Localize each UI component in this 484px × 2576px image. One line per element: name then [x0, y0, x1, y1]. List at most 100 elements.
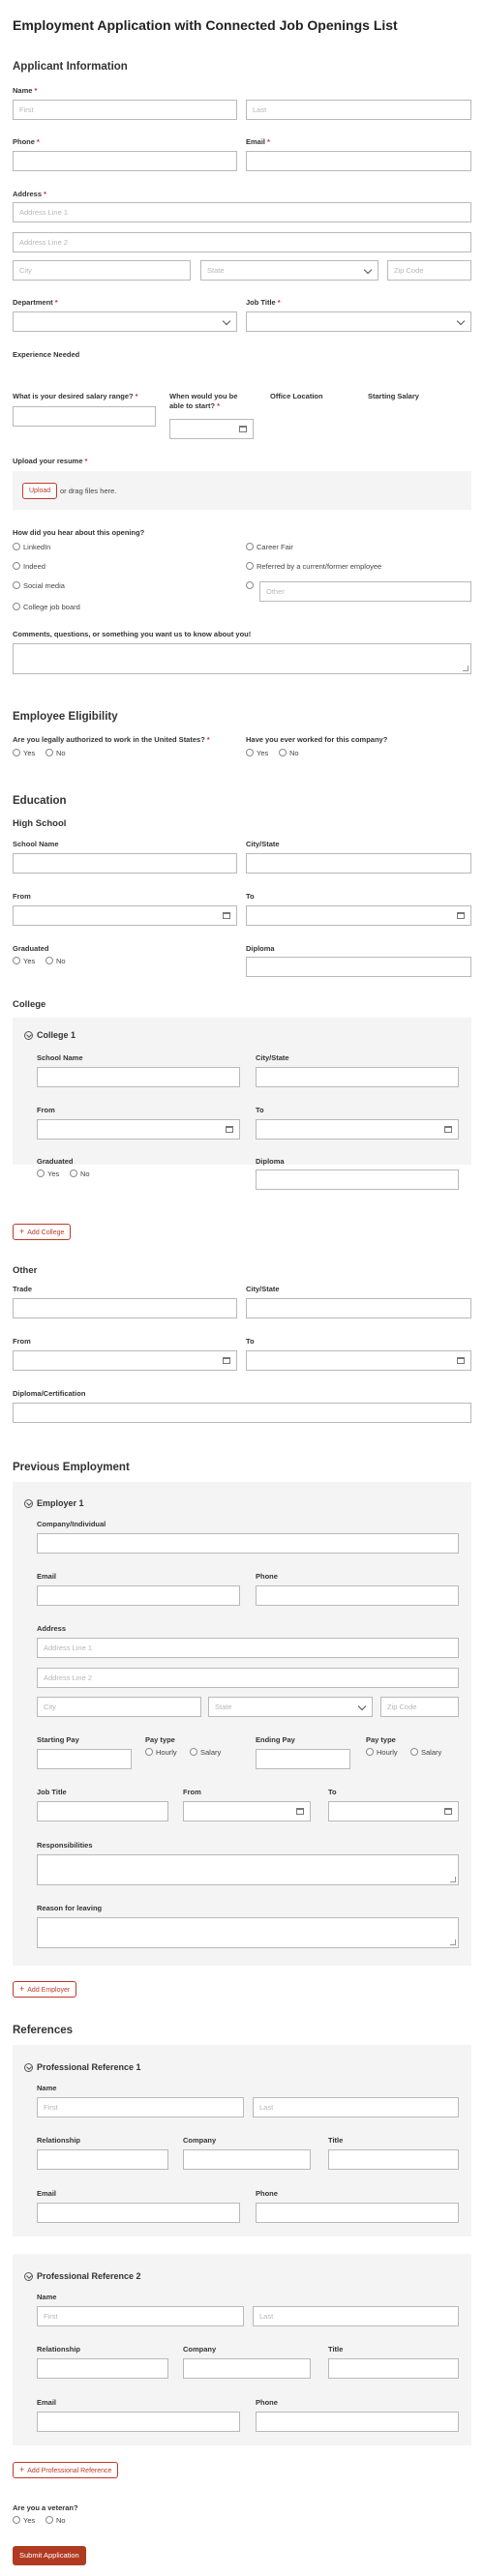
start-pay-hourly[interactable]: Hourly	[145, 1748, 177, 1757]
add-employer-button[interactable]: + Add Employer	[13, 1981, 77, 1998]
address-line2-input[interactable]: Address Line 2	[13, 232, 471, 252]
end-pay-hourly[interactable]: Hourly	[366, 1748, 398, 1757]
submit-application-button[interactable]: Submit Application	[13, 2546, 86, 2565]
ref2-title-input[interactable]	[328, 2358, 459, 2379]
hear-other-input[interactable]: Other	[259, 581, 471, 602]
radio-icon[interactable]	[246, 581, 254, 589]
ref1-first-input[interactable]: First	[37, 2097, 244, 2117]
ref1-phone-input[interactable]	[256, 2203, 459, 2223]
hear-option-career-fair[interactable]: Career Fair	[246, 543, 293, 551]
veteran-no[interactable]: No	[45, 2516, 66, 2525]
employer-from-input[interactable]	[183, 1801, 311, 1821]
employer-to-input[interactable]	[328, 1801, 459, 1821]
ref2-relationship-input[interactable]	[37, 2358, 168, 2379]
college-city-state-input[interactable]	[256, 1067, 459, 1087]
hear-option-other[interactable]	[246, 581, 257, 590]
college-graduated-yes[interactable]: Yes	[37, 1170, 59, 1178]
radio-icon[interactable]	[246, 543, 254, 550]
diploma-cert-input[interactable]	[13, 1403, 471, 1423]
hear-option-college[interactable]: College job board	[13, 603, 80, 611]
add-reference-button[interactable]: + Add Professional Reference	[13, 2462, 119, 2478]
hs-to-input[interactable]	[246, 905, 471, 926]
ref2-email-input[interactable]	[37, 2412, 240, 2432]
reason-leaving-textarea[interactable]	[37, 1917, 459, 1948]
collapse-icon[interactable]	[24, 1499, 33, 1508]
email-input[interactable]	[246, 151, 471, 171]
radio-icon[interactable]	[13, 581, 20, 589]
hs-diploma-input[interactable]	[246, 957, 471, 977]
ref1-last-input[interactable]: Last	[253, 2097, 459, 2117]
employer-address1-input[interactable]: Address Line 1	[37, 1638, 459, 1658]
collapse-icon[interactable]	[24, 2063, 33, 2072]
radio-icon[interactable]	[13, 603, 20, 610]
hear-option-social[interactable]: Social media	[13, 581, 65, 590]
college-graduated-no[interactable]: No	[70, 1170, 90, 1178]
ref2-last-input[interactable]: Last	[253, 2306, 459, 2326]
hs-city-state-input[interactable]	[246, 853, 471, 873]
collapse-icon[interactable]	[24, 1031, 33, 1040]
first-name-input[interactable]: First	[13, 100, 237, 120]
phone-input[interactable]	[13, 151, 237, 171]
trade-to-input[interactable]	[246, 1350, 471, 1371]
last-name-input[interactable]: Last	[246, 100, 471, 120]
radio-icon[interactable]	[246, 749, 254, 756]
employer-city-input[interactable]: City	[37, 1697, 201, 1717]
state-select[interactable]: State	[200, 260, 378, 281]
trade-input[interactable]	[13, 1298, 237, 1318]
authorized-yes[interactable]: Yes	[13, 749, 35, 757]
ref1-email-input[interactable]	[37, 2203, 240, 2223]
radio-icon[interactable]	[190, 1748, 197, 1756]
start-date-input[interactable]	[169, 419, 254, 439]
radio-icon[interactable]	[70, 1170, 77, 1177]
hs-graduated-yes[interactable]: Yes	[13, 957, 35, 965]
hs-graduated-no[interactable]: No	[45, 957, 66, 965]
salary-range-input[interactable]	[13, 406, 156, 427]
hs-school-name-input[interactable]	[13, 853, 237, 873]
add-college-button[interactable]: + Add College	[13, 1224, 72, 1240]
radio-icon[interactable]	[13, 957, 20, 964]
job-title-select[interactable]	[246, 311, 471, 332]
worked-no[interactable]: No	[279, 749, 299, 757]
college-diploma-input[interactable]	[256, 1170, 459, 1190]
upload-button[interactable]: Upload	[22, 483, 58, 499]
start-pay-salary[interactable]: Salary	[190, 1748, 221, 1757]
employer-address2-input[interactable]: Address Line 2	[37, 1668, 459, 1688]
starting-pay-input[interactable]	[37, 1749, 132, 1769]
zip-input[interactable]: Zip Code	[387, 260, 471, 281]
employer-phone-input[interactable]	[256, 1585, 459, 1606]
ref2-company-input[interactable]	[183, 2358, 311, 2379]
radio-icon[interactable]	[45, 2516, 53, 2524]
radio-icon[interactable]	[13, 749, 20, 756]
radio-icon[interactable]	[246, 562, 254, 570]
ref1-relationship-input[interactable]	[37, 2149, 168, 2170]
worked-yes[interactable]: Yes	[246, 749, 268, 757]
radio-icon[interactable]	[145, 1748, 153, 1756]
ending-pay-input[interactable]	[256, 1749, 350, 1769]
veteran-yes[interactable]: Yes	[13, 2516, 35, 2525]
ref1-company-input[interactable]	[183, 2149, 311, 2170]
department-select[interactable]	[13, 311, 237, 332]
hear-option-referred[interactable]: Referred by a current/former employee	[246, 562, 381, 571]
employer-job-title-input[interactable]	[37, 1801, 168, 1821]
city-input[interactable]: City	[13, 260, 191, 281]
radio-icon[interactable]	[37, 1170, 45, 1177]
hear-option-indeed[interactable]: Indeed	[13, 562, 45, 571]
ref1-title-input[interactable]	[328, 2149, 459, 2170]
hear-option-linkedin[interactable]: LinkedIn	[13, 543, 50, 551]
radio-icon[interactable]	[45, 749, 53, 756]
collapse-icon[interactable]	[24, 2272, 33, 2281]
authorized-no[interactable]: No	[45, 749, 66, 757]
radio-icon[interactable]	[366, 1748, 374, 1756]
company-input[interactable]	[37, 1533, 459, 1554]
radio-icon[interactable]	[45, 957, 53, 964]
ref2-phone-input[interactable]	[256, 2412, 459, 2432]
radio-icon[interactable]	[410, 1748, 418, 1756]
college-from-input[interactable]	[37, 1119, 240, 1140]
employer-email-input[interactable]	[37, 1585, 240, 1606]
trade-from-input[interactable]	[13, 1350, 237, 1371]
radio-icon[interactable]	[279, 749, 287, 756]
comments-textarea[interactable]	[13, 643, 471, 674]
employer-zip-input[interactable]: Zip Code	[380, 1697, 459, 1717]
radio-icon[interactable]	[13, 543, 20, 550]
college-school-name-input[interactable]	[37, 1067, 240, 1087]
